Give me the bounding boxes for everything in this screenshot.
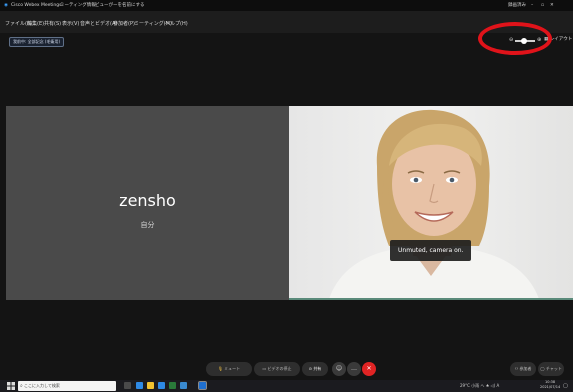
chat-icon: ◯ (540, 366, 545, 371)
excel-icon[interactable] (169, 382, 176, 389)
store-icon[interactable] (158, 382, 165, 389)
participants-label: 参加者 (519, 366, 532, 371)
more-options-button[interactable]: … (347, 362, 361, 376)
edge-browser-icon[interactable] (136, 382, 143, 389)
more-icon: … (351, 365, 357, 372)
recording-status-chip[interactable]: 我前中: 全部記念 (毛衛用) (9, 37, 65, 47)
self-label: 自分 (140, 221, 155, 229)
self-name: zensho (119, 191, 176, 210)
notification-icon[interactable]: ▢ (563, 381, 568, 391)
microphone-icon: 🎙 (217, 366, 223, 371)
share-button[interactable]: ⊙ 共有 (302, 362, 328, 376)
minimize-icon[interactable]: – (531, 0, 533, 11)
recorded-label: 録画済み (508, 3, 526, 8)
participant-video[interactable] (289, 106, 573, 299)
participant-portrait (329, 109, 539, 299)
layout-label: レイアウト (549, 37, 573, 42)
search-placeholder: ここに入力して検索 (24, 383, 60, 388)
search-icon: ⌕ (20, 383, 23, 389)
app-title: Cisco Webex Meetings (11, 3, 62, 8)
share-icon: ⊙ (308, 366, 313, 371)
person-icon: ⚇ (514, 366, 519, 371)
chat-label: チャット (545, 366, 562, 371)
camera-icon: ▭ (262, 366, 267, 371)
file-explorer-icon[interactable] (147, 382, 154, 389)
video-button[interactable]: ▭ ビデオの停止 (254, 362, 300, 376)
video-border (289, 298, 573, 300)
restore-icon[interactable]: ▫ (541, 0, 544, 11)
menu-audio-video[interactable]: 音声とビデオ(A) (80, 20, 117, 27)
participants-button[interactable]: ⚇ 参加者 (510, 362, 536, 376)
mute-label: ミュート (224, 366, 241, 371)
clock-date: 2021/07/14 (540, 385, 561, 389)
status-toast: Unmuted, camera on. (390, 240, 472, 261)
close-icon: ✕ (366, 365, 372, 372)
meeting-info-link[interactable]: ミーティング情報 (60, 0, 96, 11)
menu-share[interactable]: 共有(S) (44, 20, 61, 27)
title-bar: ◉ Cisco Webex Meetings ミーティング情報 ビューがーを名前… (0, 0, 573, 11)
mute-button[interactable]: 🎙 ミュート (206, 362, 252, 376)
reactions-button[interactable]: ☺ (332, 362, 346, 376)
taskbar-clock[interactable]: 10:38 2021/07/14 (540, 380, 560, 390)
close-icon[interactable]: ✕ (550, 0, 554, 11)
webex-logo-icon: ◉ (4, 3, 8, 8)
menu-participants[interactable]: 参加者(P) (113, 20, 135, 27)
smile-icon: ☺ (335, 365, 343, 372)
system-tray[interactable]: 29°C 小雨 ヘ ♠ ◁) A (460, 381, 499, 391)
menu-view[interactable]: 表示(V) (62, 20, 79, 27)
menu-edit[interactable]: 編集(E) (27, 20, 44, 27)
end-meeting-button[interactable]: ✕ (362, 362, 376, 376)
webex-taskbar-icon[interactable] (198, 381, 207, 390)
window-hint: ビューがーを名前にする (95, 3, 145, 8)
annotation-highlight-circle (478, 22, 552, 55)
share-label: 共有 (313, 366, 322, 371)
menu-help[interactable]: ヘルプ(H) (165, 20, 188, 27)
windows-start-icon[interactable] (7, 382, 15, 390)
mail-icon[interactable] (180, 382, 187, 389)
video-label: ビデオの停止 (267, 366, 292, 371)
chat-button[interactable]: ◯ チャット (538, 362, 564, 376)
task-view-icon[interactable] (124, 382, 131, 389)
